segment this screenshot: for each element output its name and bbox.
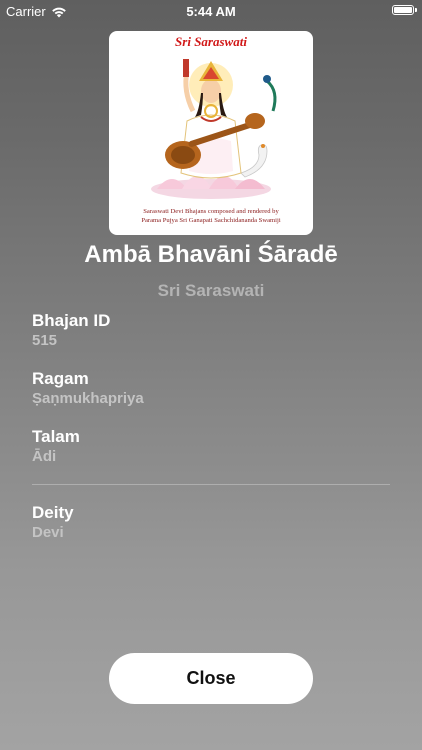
detail-ragam: Ragam Ṣaṇmukhapriya xyxy=(32,369,144,409)
status-bar: Carrier 5:44 AM xyxy=(0,0,422,22)
battery-level xyxy=(394,7,412,13)
song-title: Ambā Bhavāni Śāradē xyxy=(84,241,338,268)
ragam-label: Ragam xyxy=(32,369,89,388)
bhajan-id-value: 515 xyxy=(32,332,58,349)
detail-talam: Talam Ādi xyxy=(32,427,80,467)
deity-value: Devi xyxy=(32,524,64,541)
deity-label: Deity xyxy=(32,503,74,522)
talam-label: Talam xyxy=(32,427,80,446)
status-time: 5:44 AM xyxy=(186,4,236,19)
artwork-caption-line1: Saraswati Devi Bhajans composed and rend… xyxy=(143,208,279,215)
bhajan-id-label: Bhajan ID xyxy=(32,311,111,330)
artwork-caption-line2: Parama Pujya Sri Ganapati Sachchidananda… xyxy=(141,217,281,224)
artwork-title: Sri Saraswati xyxy=(175,34,247,49)
album-artwork: Sri Saraswati Saraswati Devi Bhajans com… xyxy=(109,31,313,235)
battery-icon xyxy=(392,5,417,15)
ragam-value: Ṣaṇmukhapriya xyxy=(32,390,144,407)
album-name: Sri Saraswati xyxy=(157,281,265,300)
saraswati-illustration xyxy=(151,59,277,199)
close-button[interactable]: Close xyxy=(109,653,313,704)
details-divider xyxy=(32,484,390,485)
detail-deity: Deity Devi xyxy=(32,503,74,543)
talam-value: Ādi xyxy=(32,448,57,465)
artwork-caption: Saraswati Devi Bhajans composed and rend… xyxy=(111,207,311,225)
detail-bhajan-id: Bhajan ID 515 xyxy=(32,311,110,351)
